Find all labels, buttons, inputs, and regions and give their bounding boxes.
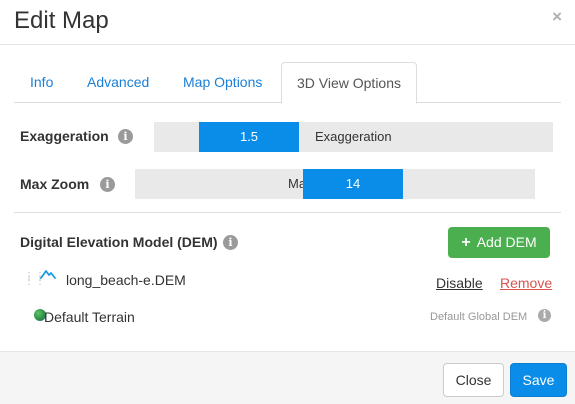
tab-info[interactable]: Info xyxy=(30,62,53,103)
add-dem-label: Add DEM xyxy=(476,234,537,250)
max-zoom-slider-handle[interactable]: 14 xyxy=(303,169,403,199)
dialog-footer: Close Save xyxy=(0,351,575,404)
plus-icon: + xyxy=(461,234,471,251)
dem-section-title: Digital Elevation Model (DEM) xyxy=(20,234,218,250)
info-icon[interactable]: i xyxy=(118,129,133,144)
exaggeration-label: Exaggeration xyxy=(20,128,109,144)
max-zoom-slider[interactable]: Ma 14 xyxy=(135,169,535,199)
exaggeration-slider[interactable]: Exaggeration 1.5 xyxy=(154,122,553,152)
tab-map-options[interactable]: Map Options xyxy=(183,62,262,103)
default-dem-note: Default Global DEM xyxy=(430,311,528,323)
save-button[interactable]: Save xyxy=(510,363,567,397)
exaggeration-track-label: Exaggeration xyxy=(315,129,392,144)
info-icon[interactable]: i xyxy=(223,235,238,250)
exaggeration-slider-handle[interactable]: 1.5 xyxy=(199,122,299,152)
tab-3d-view-options[interactable]: 3D View Options xyxy=(281,62,417,104)
drag-handle-icon[interactable]: ⋮⋮ ⋮⋮ xyxy=(24,272,45,288)
dem-file-name: long_beach-e.DEM xyxy=(66,272,186,288)
max-zoom-label: Max Zoom xyxy=(20,176,90,192)
info-icon[interactable]: i xyxy=(100,177,115,192)
info-icon[interactable]: i xyxy=(538,309,551,322)
edit-map-dialog: Edit Map × Info Advanced Map Options 3D … xyxy=(0,0,575,404)
default-terrain-name: Default Terrain xyxy=(44,309,135,325)
add-dem-button[interactable]: + Add DEM xyxy=(448,227,550,258)
header-divider xyxy=(0,44,575,45)
tab-bar: Info Advanced Map Options 3D View Option… xyxy=(14,62,561,104)
close-button[interactable]: Close xyxy=(443,363,504,397)
section-divider xyxy=(14,212,561,213)
tab-advanced[interactable]: Advanced xyxy=(87,62,149,103)
close-icon[interactable]: × xyxy=(552,8,562,25)
remove-link[interactable]: Remove xyxy=(500,275,552,291)
dialog-title: Edit Map xyxy=(14,7,109,34)
mountain-icon xyxy=(40,270,56,279)
disable-link[interactable]: Disable xyxy=(436,275,483,291)
